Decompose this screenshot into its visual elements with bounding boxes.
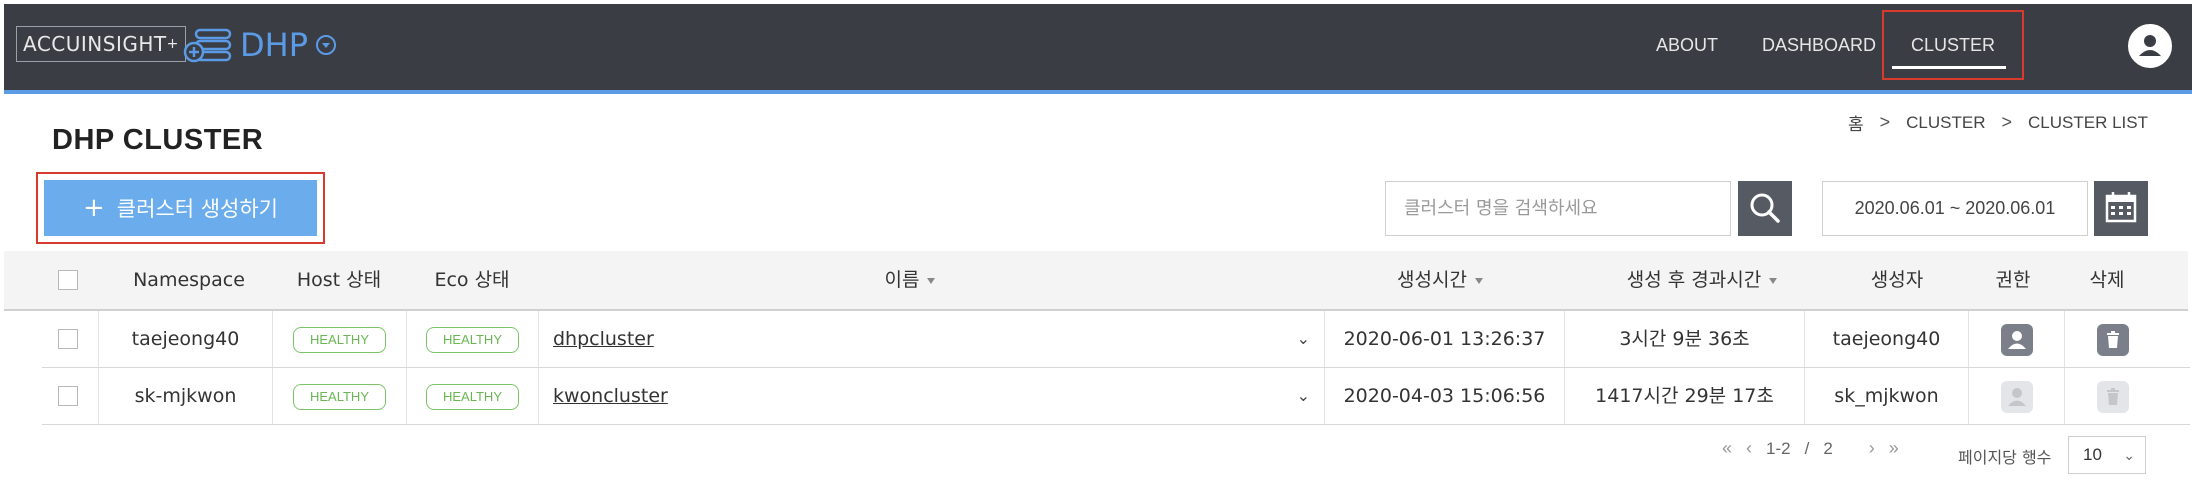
- table-header: Namespace Host 상태 Eco 상태 이름 생성시간 생성 후 경과…: [4, 251, 2188, 311]
- first-page-button[interactable]: «: [1722, 438, 1732, 459]
- nav-about[interactable]: ABOUT: [1656, 30, 1718, 60]
- col-name-label: 이름: [884, 269, 920, 291]
- col-created[interactable]: 생성시간: [1360, 251, 1520, 309]
- select-all-checkbox[interactable]: [58, 270, 78, 290]
- next-page-button[interactable]: ›: [1869, 438, 1875, 459]
- nav-cluster-highlight: [1882, 10, 2024, 80]
- table-row: taejeong40 HEALTHY HEALTHY dhpcluster ⌄ …: [42, 311, 2190, 368]
- cell-created: 2020-06-01 13:26:37: [1324, 311, 1564, 367]
- cell-name: dhpcluster ⌄: [538, 311, 1324, 367]
- cell-eco-status: HEALTHY: [406, 368, 538, 424]
- col-eco-status: Eco 상태: [434, 269, 510, 291]
- user-icon: [2007, 387, 2026, 406]
- breadcrumb-home[interactable]: 홈: [1848, 110, 1864, 135]
- eco-status-badge: HEALTHY: [426, 326, 519, 353]
- accuinsight-logo[interactable]: ACCUINSIGHT+: [16, 26, 186, 62]
- cell-eco-status: HEALTHY: [406, 311, 538, 367]
- user-profile-icon[interactable]: [2128, 24, 2172, 68]
- create-cluster-button[interactable]: + 클러스터 생성하기: [44, 180, 317, 236]
- cell-permission: [1968, 311, 2064, 367]
- last-page-button[interactable]: »: [1889, 438, 1899, 459]
- col-delete: 삭제: [2089, 269, 2125, 291]
- rows-per-page-select[interactable]: 10 ⌄: [2068, 436, 2146, 474]
- prev-page-button[interactable]: ‹: [1746, 438, 1752, 459]
- chevron-down-icon: ⌄: [2123, 447, 2135, 463]
- brand-name: ACCUINSIGHT: [23, 32, 167, 56]
- col-creator: 생성자: [1870, 269, 1924, 291]
- page-total: 2: [1823, 438, 1833, 458]
- cluster-name-link[interactable]: kwoncluster: [553, 385, 668, 407]
- nav-dashboard[interactable]: DASHBOARD: [1762, 30, 1876, 60]
- col-created-label: 생성시간: [1397, 269, 1467, 291]
- delete-button-disabled: [2096, 380, 2129, 413]
- cell-namespace: sk-mjkwon: [98, 368, 272, 424]
- cluster-name-link[interactable]: dhpcluster: [553, 328, 654, 350]
- calendar-button[interactable]: [2094, 181, 2148, 236]
- topbar-accent-line: [4, 90, 2192, 94]
- cell-created: 2020-04-03 15:06:56: [1324, 368, 1564, 424]
- cell-host-status: HEALTHY: [272, 311, 406, 367]
- search-button[interactable]: [1738, 181, 1792, 236]
- expand-chevron-down-icon[interactable]: ⌄: [1297, 368, 1310, 424]
- search-icon: [1750, 193, 1780, 223]
- cell-permission: [1968, 368, 2064, 424]
- calendar-icon: [2105, 192, 2137, 223]
- breadcrumb-cluster-list: CLUSTER LIST: [2028, 112, 2148, 132]
- cell-elapsed: 1417시간 29분 17초: [1564, 368, 1804, 424]
- col-host-status: Host 상태: [296, 269, 382, 291]
- eco-status-badge: HEALTHY: [426, 383, 519, 410]
- cell-delete: [2064, 311, 2160, 367]
- col-name[interactable]: 이름: [850, 251, 970, 309]
- breadcrumb-separator: >: [1879, 112, 1891, 132]
- create-cluster-label: 클러스터 생성하기: [116, 197, 279, 221]
- page-range: 1-2: [1766, 438, 1791, 458]
- brand-plus: +: [166, 36, 179, 52]
- table-row: sk-mjkwon HEALTHY HEALTHY kwoncluster ⌄ …: [42, 368, 2190, 425]
- expand-chevron-down-icon[interactable]: ⌄: [1297, 311, 1310, 367]
- permission-user-button[interactable]: [2000, 323, 2033, 356]
- permission-user-button-disabled: [2000, 380, 2033, 413]
- cell-creator: sk_mjkwon: [1804, 368, 1968, 424]
- col-namespace: Namespace: [133, 269, 245, 291]
- trash-icon: [2106, 387, 2119, 405]
- cell-namespace: taejeong40: [98, 311, 272, 367]
- cell-creator: taejeong40: [1804, 311, 1968, 367]
- pagination: « ‹ 1-2 / 2 › »: [1722, 438, 1899, 459]
- cell-host-status: HEALTHY: [272, 368, 406, 424]
- plus-icon: +: [82, 193, 105, 223]
- rows-per-page-label: 페이지당 행수: [1958, 448, 2052, 467]
- row-checkbox[interactable]: [58, 329, 78, 349]
- page-title: DHP CLUSTER: [52, 124, 264, 156]
- host-status-badge: HEALTHY: [293, 383, 386, 410]
- row-checkbox[interactable]: [58, 386, 78, 406]
- page-slash: /: [1804, 438, 1810, 458]
- cell-name: kwoncluster ⌄: [538, 368, 1324, 424]
- breadcrumb-cluster[interactable]: CLUSTER: [1906, 113, 1985, 133]
- sort-caret-icon: [1769, 277, 1778, 284]
- trash-icon: [2106, 330, 2119, 348]
- date-range-field[interactable]: 2020.06.01 ~ 2020.06.01: [1822, 181, 2088, 236]
- col-elapsed-label: 생성 후 경과시간: [1626, 269, 1762, 291]
- cell-delete: [2064, 368, 2160, 424]
- sort-caret-icon: [927, 277, 936, 284]
- breadcrumb: 홈 > CLUSTER > CLUSTER LIST: [1848, 110, 2148, 135]
- col-elapsed[interactable]: 생성 후 경과시간: [1582, 251, 1822, 309]
- rows-per-page-value: 10: [2083, 445, 2102, 464]
- nav-active-underline: [1892, 66, 2006, 69]
- sort-caret-icon: [1474, 277, 1483, 284]
- dhp-logo-icon: [183, 28, 232, 63]
- host-status-badge: HEALTHY: [293, 326, 386, 353]
- cell-elapsed: 3시간 9분 36초: [1564, 311, 1804, 367]
- breadcrumb-separator: >: [2001, 112, 2013, 132]
- col-permission: 권한: [1995, 269, 2031, 291]
- delete-button[interactable]: [2096, 323, 2129, 356]
- product-switcher-chevron-icon[interactable]: [316, 35, 336, 55]
- cluster-search-input[interactable]: 클러스터 명을 검색하세요: [1385, 181, 1731, 236]
- user-icon: [2007, 330, 2026, 349]
- product-name[interactable]: DHP: [240, 24, 308, 66]
